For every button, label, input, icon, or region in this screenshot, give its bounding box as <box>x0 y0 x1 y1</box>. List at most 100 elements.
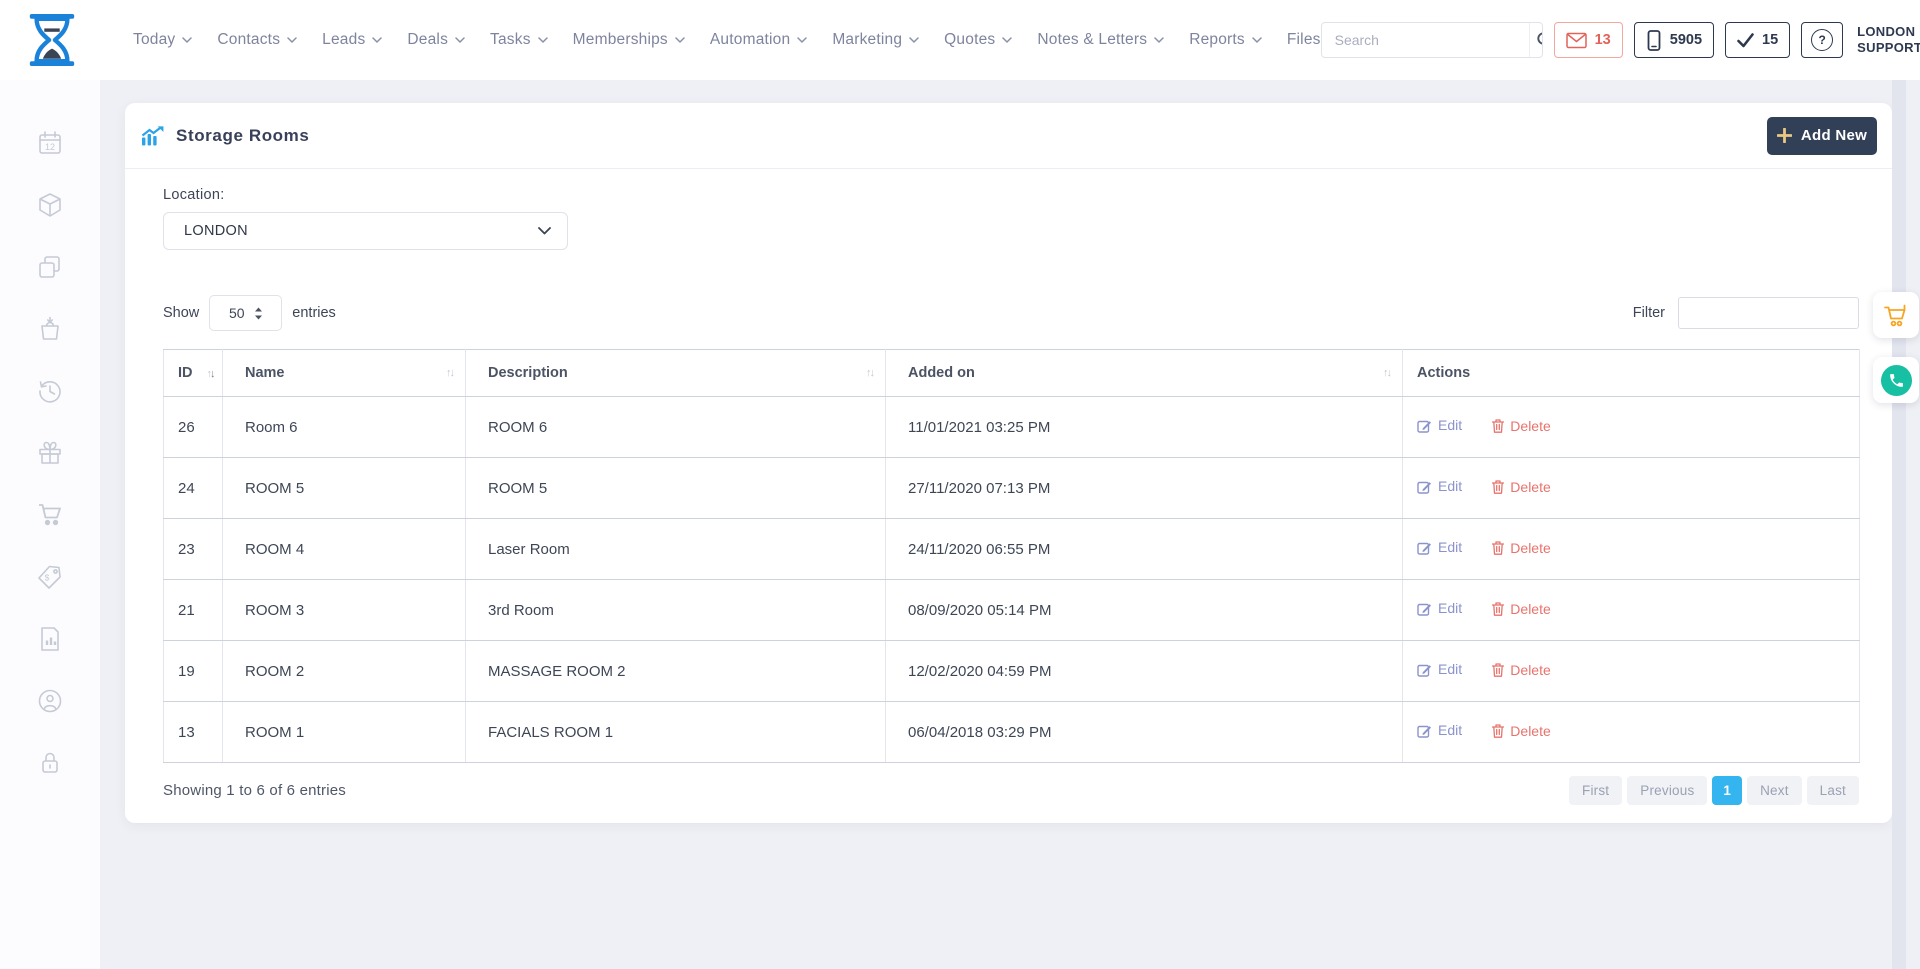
location-value: LONDON <box>184 223 248 239</box>
cell-description: ROOM 6 <box>466 397 886 458</box>
pagination-page-1[interactable]: 1 <box>1712 776 1742 805</box>
cart-icon[interactable] <box>35 500 65 530</box>
edit-button[interactable]: Edit <box>1417 600 1462 616</box>
delete-button[interactable]: Delete <box>1492 601 1550 617</box>
delete-button[interactable]: Delete <box>1492 418 1550 434</box>
chevron-down-icon <box>538 227 551 235</box>
user-circle-icon[interactable] <box>35 686 65 716</box>
tasks-badge[interactable]: 15 <box>1725 22 1790 58</box>
cell-description: MASSAGE ROOM 2 <box>466 641 886 702</box>
scrollbar-track[interactable] <box>1892 80 1906 969</box>
column-header-description[interactable]: Description ↑↓ <box>466 350 886 397</box>
search-input[interactable] <box>1322 32 1529 48</box>
nav-item[interactable]: Contacts <box>217 31 297 49</box>
history-icon[interactable] <box>35 376 65 406</box>
main-navigation: Today Contacts Leads Deals Tasks Members… <box>133 31 1321 49</box>
copy-icon[interactable] <box>35 252 65 282</box>
location-label: Location: <box>163 187 1859 203</box>
search-button[interactable] <box>1529 23 1543 57</box>
column-header-name[interactable]: Name ↑↓ <box>223 350 466 397</box>
search-icon <box>1536 31 1543 49</box>
app-logo-hourglass-icon[interactable] <box>25 13 79 67</box>
cell-added-on: 08/09/2020 05:14 PM <box>886 580 1403 641</box>
delete-button[interactable]: Delete <box>1492 662 1550 678</box>
package-icon[interactable] <box>35 190 65 220</box>
help-button[interactable]: ? <box>1801 22 1843 58</box>
chevron-down-icon <box>1252 37 1262 43</box>
cell-name: ROOM 1 <box>223 702 466 763</box>
chevron-down-icon <box>675 37 685 43</box>
cell-name: ROOM 5 <box>223 458 466 519</box>
delete-button[interactable]: Delete <box>1492 723 1550 739</box>
nav-item[interactable]: Files <box>1287 31 1321 49</box>
nav-item[interactable]: Quotes <box>944 31 1012 49</box>
cell-name: ROOM 4 <box>223 519 466 580</box>
nav-item[interactable]: Leads <box>322 31 382 49</box>
nav-item[interactable]: Marketing <box>832 31 919 49</box>
filter-input[interactable] <box>1678 297 1859 329</box>
nav-item[interactable]: Reports <box>1189 31 1262 49</box>
phone-badge[interactable]: 5905 <box>1634 22 1714 58</box>
gift-icon[interactable] <box>35 438 65 468</box>
updown-arrows-icon <box>254 307 263 320</box>
chevron-down-icon <box>1154 37 1164 43</box>
report-icon[interactable] <box>35 624 65 654</box>
cell-name: ROOM 2 <box>223 641 466 702</box>
nav-item[interactable]: Today <box>133 31 192 49</box>
chevron-down-icon <box>372 37 382 43</box>
trash-icon <box>1492 480 1504 494</box>
page-title: Storage Rooms <box>176 126 309 146</box>
tag-icon[interactable]: $ <box>35 562 65 592</box>
cell-id: 21 <box>164 580 223 641</box>
cell-name: Room 6 <box>223 397 466 458</box>
edit-button[interactable]: Edit <box>1417 661 1462 677</box>
trash-icon <box>1492 724 1504 738</box>
chevron-down-icon <box>909 37 919 43</box>
phone-count: 5905 <box>1670 32 1702 48</box>
edit-icon <box>1417 479 1432 494</box>
delete-button[interactable]: Delete <box>1492 479 1550 495</box>
floating-cart-button[interactable] <box>1873 292 1919 338</box>
cell-description: Laser Room <box>466 519 886 580</box>
cell-description: FACIALS ROOM 1 <box>466 702 886 763</box>
column-header-actions: Actions <box>1403 350 1860 397</box>
chevron-down-icon <box>797 37 807 43</box>
column-header-added-on[interactable]: Added on ↑↓ <box>886 350 1403 397</box>
nav-item[interactable]: Automation <box>710 31 807 49</box>
edit-button[interactable]: Edit <box>1417 478 1462 494</box>
floating-phone-button[interactable] <box>1873 357 1919 403</box>
cell-description: ROOM 5 <box>466 458 886 519</box>
column-header-id[interactable]: ID ↑↓ <box>164 350 223 397</box>
pagination-last[interactable]: Last <box>1807 776 1859 805</box>
location-select[interactable]: LONDON <box>163 212 568 250</box>
cell-added-on: 12/02/2020 04:59 PM <box>886 641 1403 702</box>
trash-icon <box>1492 419 1504 433</box>
nav-item[interactable]: Notes & Letters <box>1037 31 1164 49</box>
panel-body: Location: LONDON Show 50 entries Filter <box>125 187 1892 805</box>
entries-label: entries <box>292 305 336 321</box>
calendar-icon[interactable]: 12 <box>35 128 65 158</box>
lock-icon[interactable] <box>35 748 65 778</box>
edit-button[interactable]: Edit <box>1417 539 1462 555</box>
messages-badge[interactable]: 13 <box>1554 22 1623 58</box>
edit-button[interactable]: Edit <box>1417 722 1462 738</box>
edit-button[interactable]: Edit <box>1417 417 1462 433</box>
svg-text:$: $ <box>45 573 50 583</box>
pagination-previous[interactable]: Previous <box>1627 776 1707 805</box>
storage-rooms-table: ID ↑↓ Name ↑↓ Description ↑↓ Added on ↑↓ <box>163 349 1860 763</box>
table-row: 23 ROOM 4 Laser Room 24/11/2020 06:55 PM… <box>164 519 1860 580</box>
show-label: Show <box>163 305 199 321</box>
nav-item[interactable]: Tasks <box>490 31 548 49</box>
edit-icon <box>1417 662 1432 677</box>
bag-icon[interactable] <box>35 314 65 344</box>
pagination-next[interactable]: Next <box>1747 776 1802 805</box>
trash-icon <box>1492 602 1504 616</box>
edit-icon <box>1417 418 1432 433</box>
page-size-select[interactable]: 50 <box>209 295 282 331</box>
edit-icon <box>1417 601 1432 616</box>
delete-button[interactable]: Delete <box>1492 540 1550 556</box>
nav-item[interactable]: Memberships <box>573 31 685 49</box>
add-new-button[interactable]: Add New <box>1767 117 1877 155</box>
pagination-first[interactable]: First <box>1569 776 1622 805</box>
nav-item[interactable]: Deals <box>407 31 465 49</box>
